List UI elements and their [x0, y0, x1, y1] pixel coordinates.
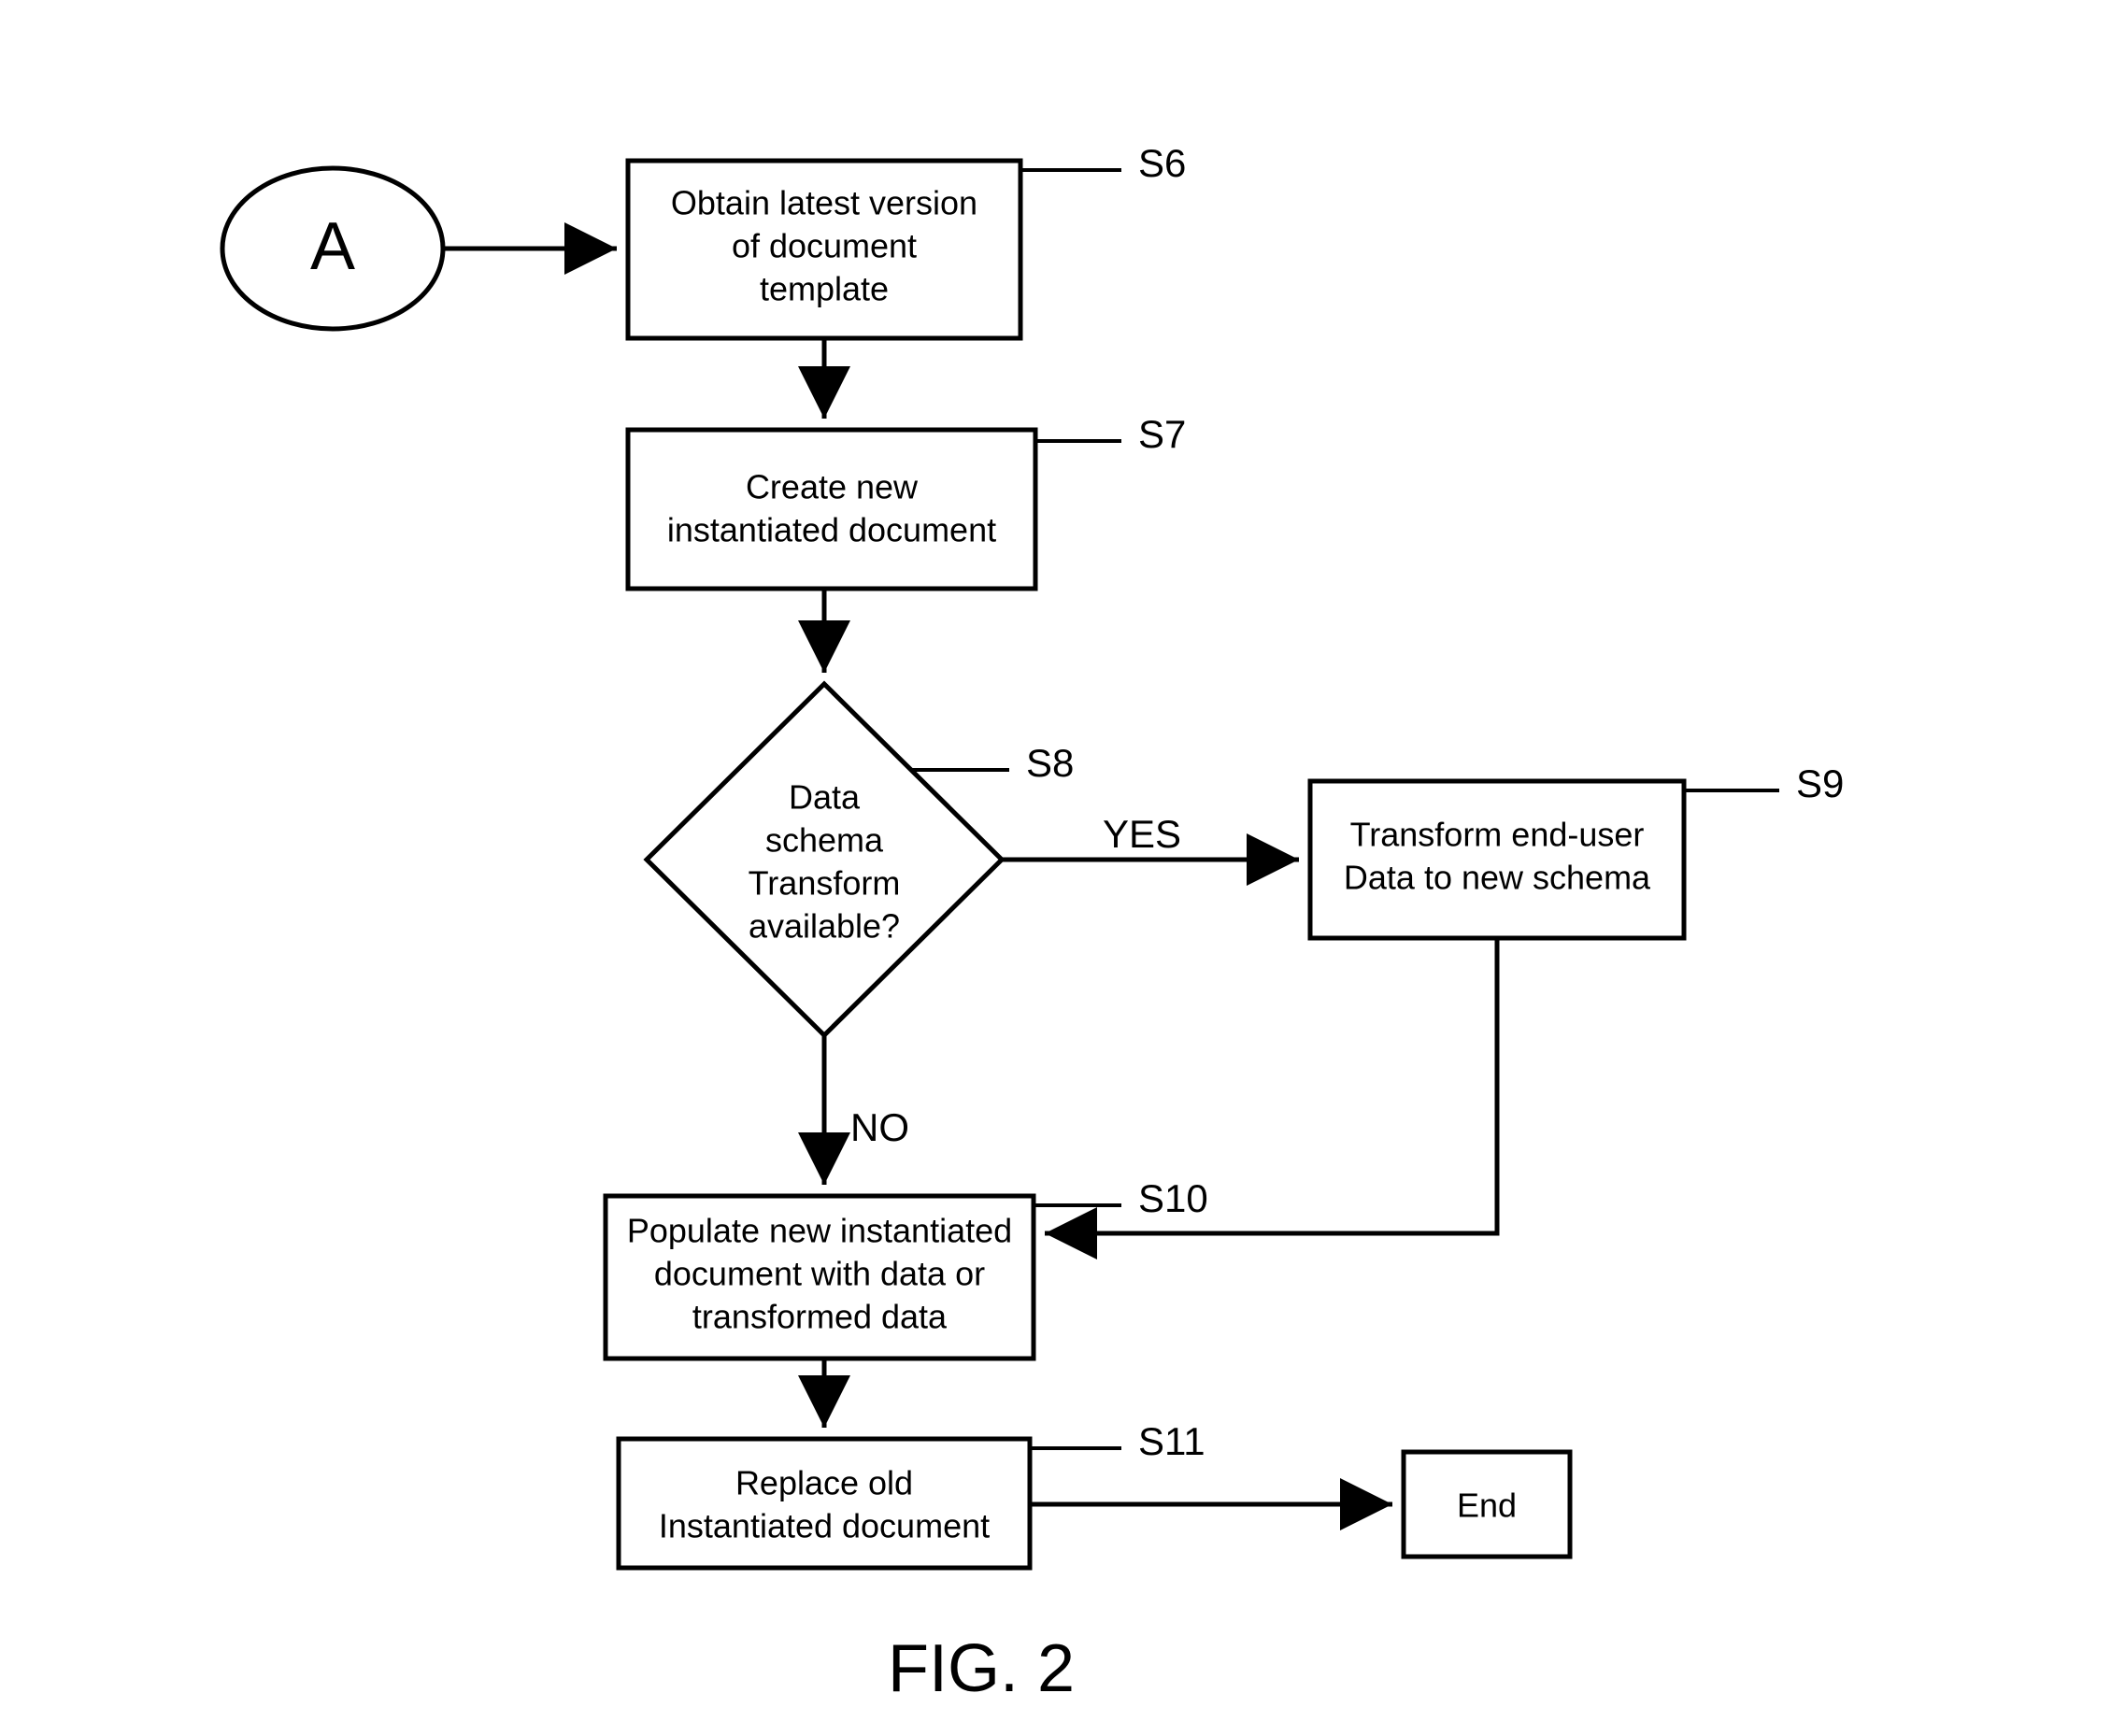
- node-s7-line1: Create new: [746, 468, 919, 506]
- ref-s6: S6: [1138, 141, 1186, 185]
- node-s6-line1: Obtain latest version: [671, 184, 977, 222]
- node-s8: [647, 684, 1002, 1035]
- figure-label: FIG. 2: [888, 1631, 1075, 1706]
- edge-s8-s9-label: YES: [1103, 812, 1181, 856]
- node-s7: [628, 430, 1035, 589]
- ref-s10: S10: [1138, 1176, 1208, 1220]
- node-s6-line3: template: [760, 270, 889, 308]
- edge-s8-s10-label: NO: [850, 1105, 909, 1149]
- node-s10-line2: document with data or: [654, 1255, 985, 1293]
- node-s10-line1: Populate new instantiated: [627, 1212, 1012, 1250]
- node-s6-line2: of document: [732, 227, 917, 265]
- ref-s9: S9: [1796, 761, 1844, 805]
- node-s8-line3: Transform: [749, 864, 901, 903]
- ref-s8: S8: [1026, 741, 1074, 785]
- ref-s7: S7: [1138, 412, 1186, 456]
- node-s8-line1: Data: [789, 778, 861, 817]
- node-s11-line1: Replace old: [735, 1464, 913, 1502]
- edge-s9-s10: [1045, 938, 1497, 1233]
- ref-s11: S11: [1138, 1419, 1205, 1463]
- node-s9-line1: Transform end-user: [1350, 816, 1645, 854]
- node-end-label: End: [1457, 1487, 1517, 1525]
- flowchart: A Obtain latest version of document temp…: [0, 0, 2111, 1736]
- node-s11: [619, 1439, 1030, 1568]
- node-s10-line3: transformed data: [692, 1298, 948, 1336]
- node-s8-line4: available?: [749, 907, 900, 946]
- connector-a-label: A: [310, 209, 355, 284]
- node-s11-line2: Instantiated document: [659, 1507, 990, 1545]
- node-s8-line2: schema: [765, 821, 884, 860]
- node-s7-line2: instantiated document: [667, 511, 996, 549]
- node-s9-line2: Data to new schema: [1344, 859, 1651, 897]
